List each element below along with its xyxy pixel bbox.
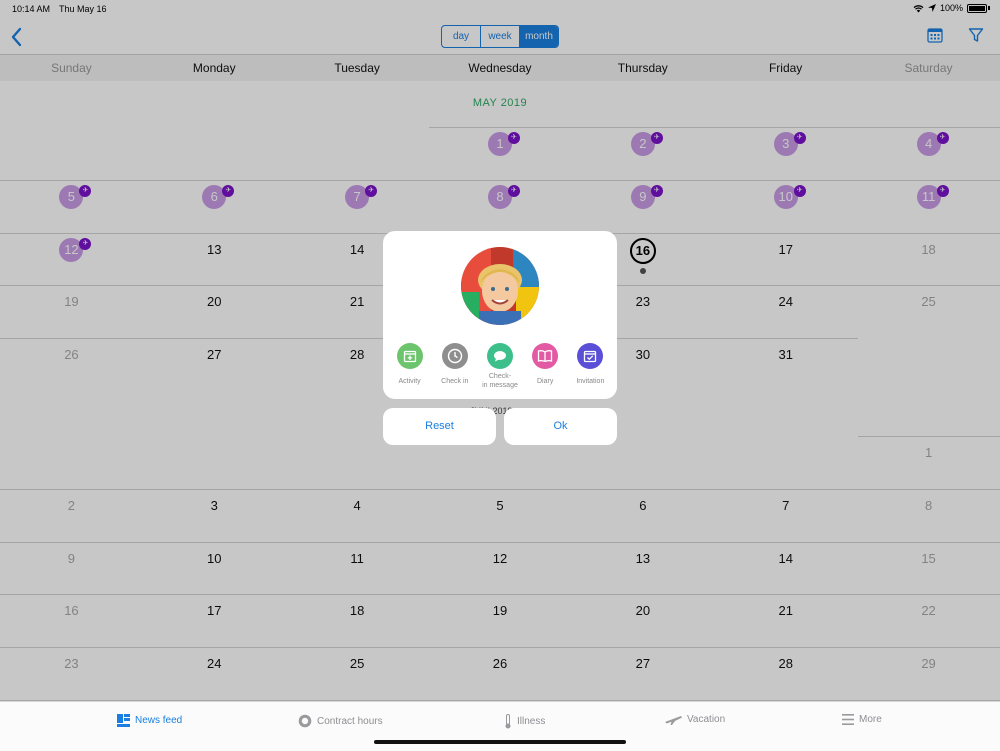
action-activity-label: Activity — [398, 378, 421, 385]
menu-icon — [842, 714, 854, 725]
action-invitation-label: Invitation — [576, 378, 605, 385]
thermometer-icon — [505, 714, 511, 729]
chat-bubble-icon — [486, 343, 513, 369]
child-avatar — [461, 247, 539, 325]
news-feed-icon — [117, 714, 130, 727]
tab-more-label: More — [859, 714, 882, 725]
invitation-calendar-icon — [577, 343, 604, 369]
tab-more[interactable]: More — [842, 714, 882, 725]
contract-hours-icon — [298, 714, 312, 728]
tab-vacation-label: Vacation — [687, 714, 726, 725]
tab-illness-label: Illness — [517, 716, 546, 727]
action-diary[interactable]: Diary — [523, 343, 567, 390]
airplane-icon — [665, 716, 682, 725]
tab-news-feed[interactable]: News feed — [117, 714, 182, 727]
tab-news-feed-label: News feed — [135, 715, 183, 726]
action-check-in-message[interactable]: Check- in message — [478, 343, 522, 390]
action-diary-label: Diary — [536, 378, 554, 385]
ok-button[interactable]: Ok — [504, 408, 617, 445]
tab-vacation[interactable]: Vacation — [665, 714, 725, 725]
tab-contract-hours-label: Contract hours — [317, 715, 383, 727]
action-check-in-message-label: Check- in message — [482, 373, 518, 389]
home-indicator — [374, 740, 626, 744]
popup-actions: Activity Check in Check- in message Diar… — [383, 343, 617, 390]
action-check-in[interactable]: Check in — [433, 343, 477, 390]
tab-contract-hours[interactable]: Contract hours — [298, 714, 383, 728]
action-activity[interactable]: Activity — [388, 343, 432, 390]
book-icon — [532, 343, 559, 369]
reset-button[interactable]: Reset — [383, 408, 496, 445]
quick-action-popup: Activity Check in Check- in message Diar… — [383, 231, 617, 399]
clock-icon — [441, 343, 468, 369]
activity-calendar-icon — [396, 343, 423, 369]
action-check-in-label: Check in — [441, 378, 469, 385]
tab-illness[interactable]: Illness — [504, 714, 545, 729]
action-invitation[interactable]: Invitation — [568, 343, 612, 390]
